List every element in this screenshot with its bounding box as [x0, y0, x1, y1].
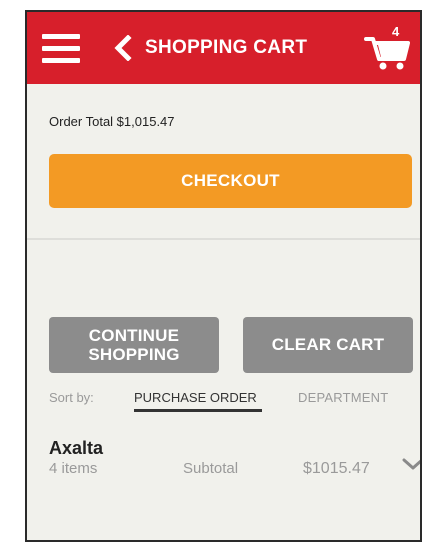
checkout-button[interactable]: CHECKOUT: [49, 154, 412, 208]
sort-by-label: Sort by:: [49, 390, 94, 405]
item-count: 4 items: [49, 460, 98, 477]
continue-shopping-label-line2: SHOPPING: [88, 345, 180, 364]
cart-icon[interactable]: [364, 29, 412, 71]
subtotal-label: Subtotal: [183, 460, 239, 477]
menu-icon[interactable]: [42, 34, 80, 64]
app-frame: SHOPPING CART 4 Order Total $1,015.47 CH…: [25, 10, 422, 542]
top-bar: SHOPPING CART 4: [27, 12, 420, 84]
clear-cart-button[interactable]: CLEAR CART: [243, 317, 413, 373]
cart-group-row[interactable]: Axalta 4 items Subtotal $1015.47: [27, 432, 420, 492]
continue-shopping-button[interactable]: CONTINUE SHOPPING: [49, 317, 219, 373]
sort-option-purchase-order[interactable]: PURCHASE ORDER: [134, 390, 257, 405]
order-total: Order Total $1,015.47: [49, 114, 175, 129]
brand-name: Axalta: [49, 438, 104, 458]
cart-count-badge: 4: [392, 24, 400, 39]
subtotal-value: $1015.47: [303, 460, 370, 477]
page-title: SHOPPING CART: [145, 37, 308, 58]
continue-shopping-label-line1: CONTINUE: [88, 326, 180, 345]
cart-content: Order Total $1,015.47 CHECKOUT CONTINUE …: [27, 84, 420, 540]
section-divider: [27, 238, 420, 240]
sort-option-department[interactable]: DEPARTMENT: [298, 390, 388, 405]
chevron-down-icon[interactable]: [401, 456, 422, 472]
back-chevron-icon[interactable]: [113, 35, 133, 61]
sort-active-underline: [134, 409, 262, 412]
